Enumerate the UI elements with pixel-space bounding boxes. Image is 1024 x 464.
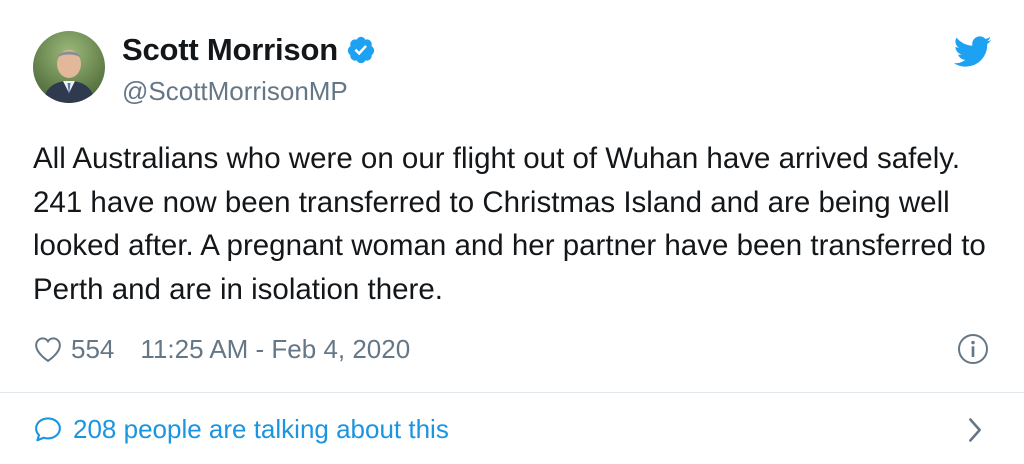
verified-badge-icon (347, 36, 375, 64)
divider (0, 392, 1024, 393)
twitter-bird-icon[interactable] (954, 36, 992, 68)
heart-icon[interactable] (33, 335, 63, 363)
info-icon[interactable] (957, 333, 989, 365)
author-display-name[interactable]: Scott Morrison (122, 32, 338, 68)
talking-count-text[interactable]: 208 people are talking about this (73, 414, 449, 445)
avatar[interactable] (33, 31, 105, 103)
tweet-meta-row: 554 11:25 AM - Feb 4, 2020 (33, 331, 410, 367)
tweet-card: Scott Morrison @ScottMorrisonMP All Aust… (0, 0, 1024, 464)
comment-icon (35, 417, 61, 442)
author-name-row[interactable]: Scott Morrison (122, 30, 376, 70)
like-count[interactable]: 554 (71, 334, 114, 365)
tweet-text: All Australians who were on our flight o… (33, 142, 986, 306)
conversation-link[interactable]: 208 people are talking about this (33, 411, 993, 447)
chevron-right-icon[interactable] (965, 416, 985, 444)
tweet-timestamp[interactable]: 11:25 AM - Feb 4, 2020 (140, 334, 410, 365)
author-handle[interactable]: @ScottMorrisonMP (122, 76, 348, 107)
